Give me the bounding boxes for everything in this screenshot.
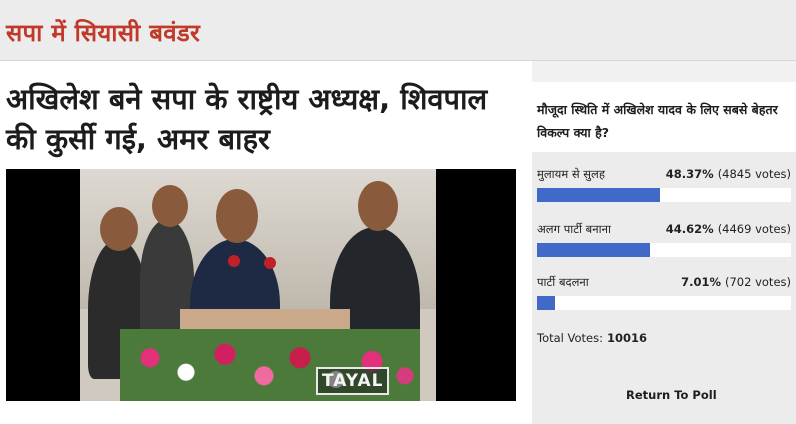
article-headline[interactable]: अखिलेश बने सपा के राष्ट्रीय अध्यक्ष, शिव… (6, 79, 518, 159)
section-title[interactable]: सपा में सियासी बवंडर (6, 16, 200, 49)
poll-widget: मौजूदा स्थिति में अखिलेश यादव के लिए सबस… (532, 82, 796, 424)
poll-option-percent: 48.37% (665, 167, 714, 181)
person-left-head (100, 207, 138, 251)
article-main: अखिलेश बने सपा के राष्ट्रीय अध्यक्ष, शिव… (0, 61, 532, 424)
poll-bar-fill (537, 243, 651, 257)
poll-option-label: अलग पार्टी बनाना (537, 222, 611, 236)
video-frame-image[interactable]: TAYAL (80, 169, 436, 401)
poll-option-percent: 7.01% (681, 275, 721, 289)
person-back-left-head (152, 185, 188, 227)
poll-option-votes: (4469 votes) (717, 222, 791, 236)
poll-option-percent: 44.62% (665, 222, 714, 236)
video-player[interactable]: TAYAL (6, 169, 516, 401)
person-right-head (358, 181, 398, 231)
return-to-poll-link[interactable]: Return To Poll (626, 388, 717, 402)
poll-bar-fill (537, 188, 660, 202)
poll-option: मुलायम से सुलह 48.37% (4845 votes) (537, 167, 791, 207)
poll-bar-track (537, 296, 791, 310)
poll-option-label: मुलायम से सुलह (537, 167, 605, 181)
poll-bar-fill (537, 296, 555, 310)
mic-right (264, 257, 276, 269)
poll-option-label: पार्टी बदलना (537, 275, 589, 289)
poll-option-votes: (702 votes) (725, 275, 791, 289)
section-header: सपा में सियासी बवंडर (0, 0, 796, 61)
mic-left (228, 255, 240, 267)
poll-total-value: 10016 (606, 331, 647, 345)
poll-bar-track (537, 188, 791, 202)
poll-results: मुलायम से सुलह 48.37% (4845 votes) अलग पा… (532, 152, 796, 424)
poll-question: मौजूदा स्थिति में अखिलेश यादव के लिए सबस… (537, 102, 778, 140)
poll-total-label: Total Votes: (537, 331, 603, 345)
poll-option: अलग पार्टी बनाना 44.62% (4469 votes) (537, 222, 791, 262)
video-watermark: TAYAL (316, 367, 390, 395)
poll-total-votes: Total Votes: 10016 (537, 331, 647, 345)
poll-option-votes: (4845 votes) (717, 167, 791, 181)
poll-bar-track (537, 243, 791, 257)
poll-option: पार्टी बदलना 7.01% (702 votes) (537, 275, 791, 315)
speaker-head (216, 189, 258, 243)
